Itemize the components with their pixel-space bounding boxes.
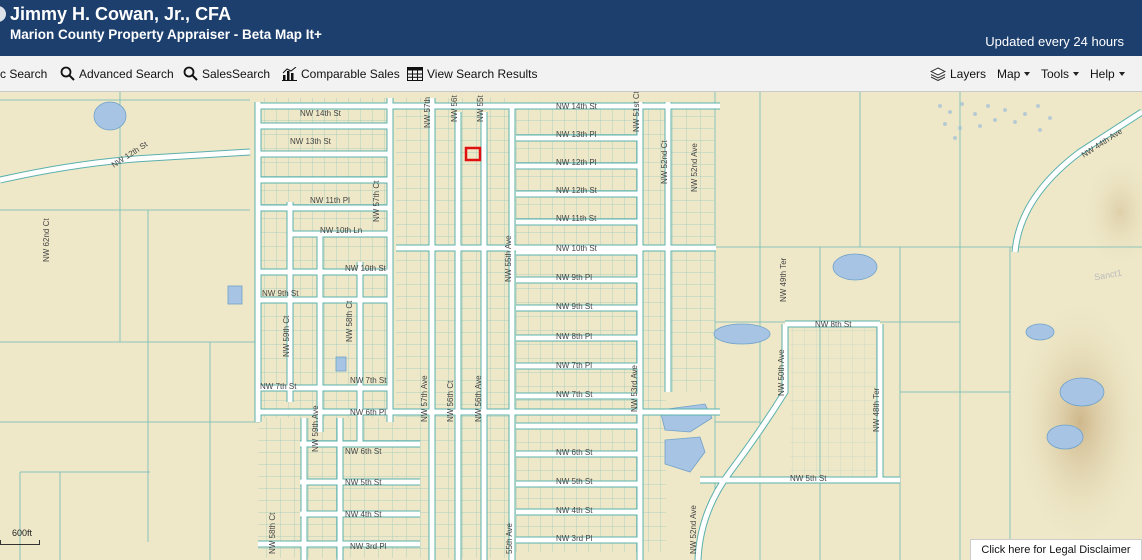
basic-search-button[interactable]: c Search <box>0 56 47 91</box>
comparable-sales-label: Comparable Sales <box>301 66 400 81</box>
page-subtitle: Marion County Property Appraiser - Beta … <box>10 27 322 42</box>
street-label: NW 4th St <box>345 510 382 519</box>
legal-disclaimer-link[interactable]: Click here for Legal Disclaimer <box>970 539 1142 560</box>
scale-label: 600ft <box>12 528 33 538</box>
advanced-search-label: Advanced Search <box>79 66 174 81</box>
table-grid-icon <box>407 66 423 81</box>
street-label: NW 10th Ln <box>320 226 363 235</box>
sales-search-label: SalesSearch <box>202 66 271 81</box>
street-label: NW 6th St <box>556 448 593 457</box>
map-menu[interactable]: Map <box>997 56 1031 91</box>
scale-bar: 600ft <box>0 528 40 550</box>
street-label: NW 5th St <box>556 477 593 486</box>
street-label: NW 13th Pl <box>556 130 597 139</box>
scale-bar-line <box>0 540 40 545</box>
street-label: NW 50th Ave <box>777 349 786 396</box>
street-label: NW 13th St <box>290 137 331 146</box>
street-label: NW 55t <box>476 95 485 122</box>
street-label: NW 58th Ct <box>268 512 277 554</box>
street-label: NW 10th St <box>345 264 386 273</box>
street-label: NW 57th Ave <box>420 375 429 422</box>
street-label: NW 49th Ter <box>779 257 788 302</box>
layers-button[interactable]: Layers <box>930 56 986 91</box>
caret-down-icon <box>1024 71 1031 76</box>
street-label: NW 58th Ct <box>345 300 354 342</box>
magnifier-icon <box>183 66 198 81</box>
street-label: NW 7th Pl <box>556 361 593 370</box>
layers-icon <box>930 66 946 81</box>
map-view[interactable]: NW 14th St NW 14th St NW 13th Pl NW 13th… <box>0 92 1142 560</box>
street-label: NW 57th <box>423 96 432 128</box>
street-label: NW 7th St <box>260 382 297 391</box>
caret-down-icon <box>1073 71 1080 76</box>
street-label: NW 56th Ct <box>446 380 455 422</box>
comparable-sales-button[interactable]: Comparable Sales <box>282 56 400 91</box>
street-label: NW 9th St <box>556 302 593 311</box>
advanced-search-button[interactable]: Advanced Search <box>60 56 174 91</box>
street-label: NW 6th Pl <box>350 408 387 417</box>
basic-search-label: c Search <box>0 66 48 81</box>
street-label: NW 52nd Ct <box>660 140 669 184</box>
street-label: 55th Ave <box>505 523 514 554</box>
street-label: NW 62nd Ct <box>42 218 51 262</box>
toolbar: c Search Advanced Search SalesSearch Com… <box>0 56 1142 92</box>
magnifier-icon <box>60 66 75 81</box>
street-label: NW 3rd Pl <box>556 534 593 543</box>
street-label: NW 5th St <box>790 474 827 483</box>
street-label: NW 53rd Ave <box>630 365 639 412</box>
street-label: NW 3rd Pl <box>350 542 387 551</box>
street-label: NW 56t <box>450 95 459 122</box>
street-label: NW 7th St <box>350 376 387 385</box>
caret-down-icon <box>1118 71 1125 76</box>
street-label: NW 14th St <box>556 102 597 111</box>
street-label: NW 59th Ct <box>282 315 291 357</box>
view-search-results-button[interactable]: View Search Results <box>407 56 538 91</box>
wetland-area <box>938 102 1052 140</box>
view-search-results-label: View Search Results <box>427 66 538 81</box>
street-label: NW 5th St <box>345 478 382 487</box>
page-title: Jimmy H. Cowan, Jr., CFA <box>10 4 232 24</box>
street-label: NW 57th Ct <box>372 180 381 222</box>
street-label: NW 7th St <box>556 390 593 399</box>
street-label: NW 51st Ct <box>632 92 641 132</box>
street-label: NW 11th Pl <box>310 196 350 205</box>
street-label: NW 56th Ave <box>474 375 483 422</box>
help-menu-label: Help <box>1090 66 1115 81</box>
street-label: NW 9th St <box>262 289 299 298</box>
app-header: Jimmy H. Cowan, Jr., CFA Marion County P… <box>0 0 1142 56</box>
street-label: NW 48th Ter <box>872 387 881 432</box>
street-label: NW 11th St <box>556 214 597 223</box>
sales-search-button[interactable]: SalesSearch <box>183 56 270 91</box>
street-label: NW 6th St <box>345 447 382 456</box>
layers-label: Layers <box>950 66 987 81</box>
update-notice: Updated every 24 hours <box>985 34 1124 49</box>
street-label: NW 9th Pl <box>556 273 593 282</box>
lot-grid <box>258 418 398 558</box>
tools-menu[interactable]: Tools <box>1041 56 1080 91</box>
tools-menu-label: Tools <box>1041 66 1070 81</box>
street-label: NW 59th Ave <box>311 405 320 452</box>
county-seal-icon <box>0 6 6 22</box>
street-label: NW 12th Pl <box>556 158 597 167</box>
help-menu[interactable]: Help <box>1090 56 1125 91</box>
terrain-shade <box>1080 152 1142 272</box>
map-menu-label: Map <box>997 66 1021 81</box>
street-label: NW 8th St <box>815 320 852 329</box>
bar-chart-icon <box>282 66 297 81</box>
street-label: NW 52nd Ave <box>690 143 699 192</box>
street-label: NW 8th Pl <box>556 332 593 341</box>
street-label: NW 4th St <box>556 506 593 515</box>
street-label: NW 14th St <box>300 109 341 118</box>
street-label: NW 10th St <box>556 244 597 253</box>
street-label: NW 55th Ave <box>504 235 513 282</box>
street-label: NW 52nd Ave <box>689 505 698 554</box>
street-label: NW 12th St <box>556 186 597 195</box>
lot-grid <box>790 328 880 478</box>
